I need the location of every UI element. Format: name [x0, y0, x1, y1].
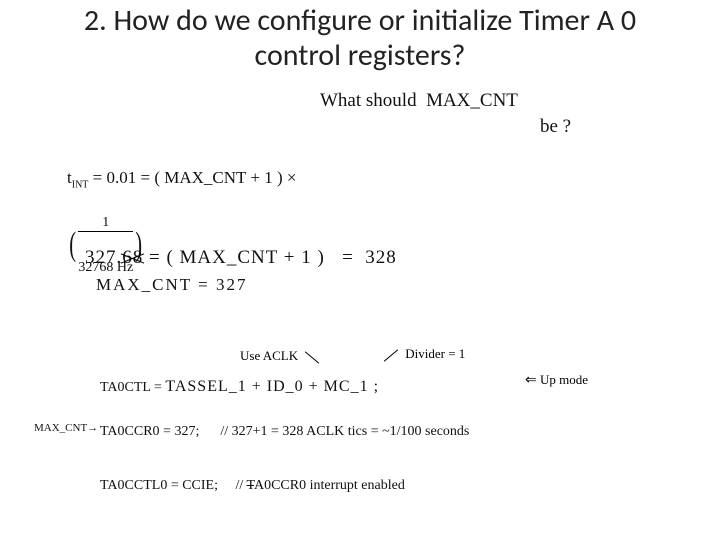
comment-struck-T: T [247, 478, 254, 493]
slide: 2. How do we configure or initialize Tim… [0, 0, 720, 540]
question-line2: be ? [540, 116, 571, 138]
eq2-rhs: = ( MAX_CNT + 1 ) = 328 [143, 247, 397, 268]
code-line-ta0ctl: TA0CTL = TASSEL_1 + ID_0 + MC_1 ; [100, 378, 379, 396]
annotation-upmode: ⇐ Up mode [525, 372, 588, 389]
eq2-327: 327. [85, 247, 122, 268]
annotation-divider: Divider = 1 [380, 346, 465, 362]
comment-rest: A0CCR0 interrupt enabled [254, 478, 405, 493]
annotation-arrow-icon [384, 349, 398, 361]
annotation-use-aclk: Use ACLK [240, 348, 323, 364]
slide-title: 2. How do we configure or initialize Tim… [40, 4, 680, 73]
code-ta0ccr0: TA0CCR0 = 327; [100, 424, 199, 439]
eq2-68-crossed: 68 [122, 247, 143, 269]
code-ta0cctl0-comment: // TA0CCR0 interrupt enabled [236, 478, 405, 493]
comment-prefix: // [236, 478, 247, 493]
code-ta0cctl0: TA0CCTL0 = CCIE; [100, 478, 218, 493]
eq1-body: = 0.01 = ( MAX_CNT + 1 ) × [88, 168, 296, 187]
annotation-maxcnt-arrow: MAX_CNT→ [34, 422, 98, 434]
annotation-upmode-text: Up mode [540, 372, 588, 387]
annotation-arrow-icon [305, 351, 319, 363]
annotation-use-aclk-text: Use ACLK [240, 348, 298, 363]
left-arrow-icon: ⇐ [525, 373, 537, 388]
code-ta0ctl-fill: TASSEL_1 + ID_0 + MC_1 ; [165, 378, 379, 395]
code-line-ta0cctl0: TA0CCTL0 = CCIE; // TA0CCR0 interrupt en… [100, 478, 405, 494]
code-ta0ccr0-comment: // 327+1 = 328 ACLK tics = ~1/100 second… [220, 424, 469, 439]
code-line-ta0ccr0: TA0CCR0 = 327; // 327+1 = 328 ACLK tics … [100, 424, 469, 440]
equation-3: MAX_CNT = 327 [96, 275, 247, 295]
annotation-divider-text: Divider = 1 [405, 346, 465, 361]
question-line1: What should MAX_CNT [320, 90, 518, 112]
code-ta0ctl-label: TA0CTL = [100, 380, 165, 395]
